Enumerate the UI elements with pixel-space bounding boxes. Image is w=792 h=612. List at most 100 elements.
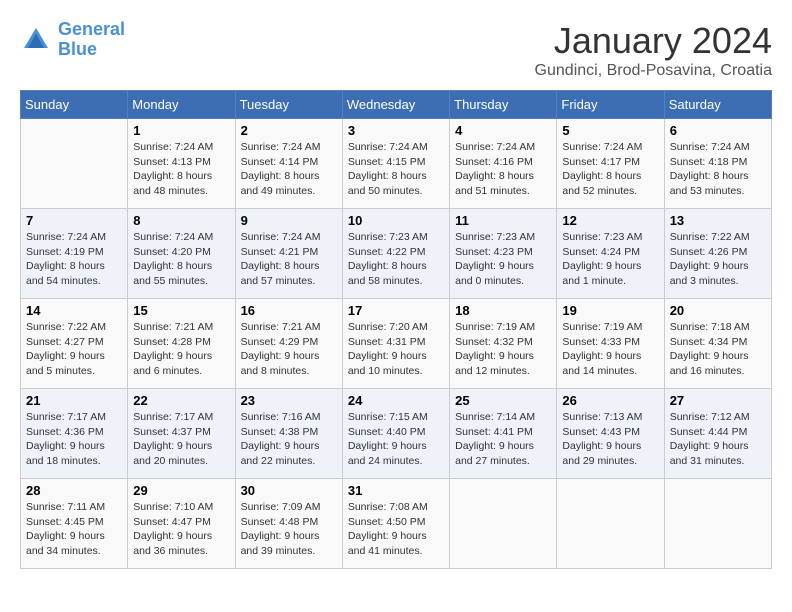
day-info: Sunrise: 7:21 AMSunset: 4:28 PMDaylight:… <box>133 320 229 379</box>
weekday-header: Thursday <box>450 91 557 119</box>
day-number: 8 <box>133 213 229 228</box>
calendar-cell: 1Sunrise: 7:24 AMSunset: 4:13 PMDaylight… <box>128 119 235 209</box>
calendar-cell <box>557 479 664 569</box>
day-number: 18 <box>455 303 551 318</box>
calendar-cell: 16 Sunrise: 7:21 AMSunset: 4:29 PMDayligh… <box>235 299 342 389</box>
day-info: Sunrise: 7:16 AMSunset: 4:38 PMDaylight:… <box>241 410 337 469</box>
day-info: Sunrise: 7:19 AMSunset: 4:32 PMDaylight:… <box>455 320 551 379</box>
day-number: 13 <box>670 213 766 228</box>
day-info: Sunrise: 7:24 AMSunset: 4:13 PMDaylight:… <box>133 140 229 199</box>
title-section: January 2024 Gundinci, Brod-Posavina, Cr… <box>535 20 772 80</box>
calendar-cell: 17 Sunrise: 7:20 AMSunset: 4:31 PMDayligh… <box>342 299 449 389</box>
day-number: 26 <box>562 393 658 408</box>
day-number: 4 <box>455 123 551 138</box>
day-number: 27 <box>670 393 766 408</box>
calendar-cell: 4Sunrise: 7:24 AMSunset: 4:16 PMDaylight… <box>450 119 557 209</box>
day-number: 19 <box>562 303 658 318</box>
day-number: 28 <box>26 483 122 498</box>
logo: General Blue <box>20 20 125 60</box>
day-info: Sunrise: 7:14 AMSunset: 4:41 PMDaylight:… <box>455 410 551 469</box>
day-info: Sunrise: 7:24 AMSunset: 4:14 PMDaylight:… <box>241 140 337 199</box>
calendar-cell: 25 Sunrise: 7:14 AMSunset: 4:41 PMDayligh… <box>450 389 557 479</box>
calendar-cell: 6Sunrise: 7:24 AMSunset: 4:18 PMDaylight… <box>664 119 771 209</box>
day-number: 25 <box>455 393 551 408</box>
day-number: 21 <box>26 393 122 408</box>
calendar-cell: 2 Sunrise: 7:24 AMSunset: 4:14 PMDaylight… <box>235 119 342 209</box>
day-info: Sunrise: 7:22 AMSunset: 4:27 PMDaylight:… <box>26 320 122 379</box>
day-number: 5 <box>562 123 658 138</box>
calendar-cell: 24 Sunrise: 7:15 AMSunset: 4:40 PMDayligh… <box>342 389 449 479</box>
day-info: Sunrise: 7:24 AMSunset: 4:18 PMDaylight:… <box>670 140 766 199</box>
calendar-cell: 12 Sunrise: 7:23 AMSunset: 4:24 PMDayligh… <box>557 209 664 299</box>
day-number: 17 <box>348 303 444 318</box>
day-number: 7 <box>26 213 122 228</box>
calendar-cell: 21 Sunrise: 7:17 AMSunset: 4:36 PMDayligh… <box>21 389 128 479</box>
day-info: Sunrise: 7:17 AMSunset: 4:36 PMDaylight:… <box>26 410 122 469</box>
calendar-cell: 29 Sunrise: 7:10 AMSunset: 4:47 PMDayligh… <box>128 479 235 569</box>
day-number: 20 <box>670 303 766 318</box>
calendar-cell: 20 Sunrise: 7:18 AMSunset: 4:34 PMDayligh… <box>664 299 771 389</box>
calendar-cell: 19 Sunrise: 7:19 AMSunset: 4:33 PMDayligh… <box>557 299 664 389</box>
weekday-header: Sunday <box>21 91 128 119</box>
day-info: Sunrise: 7:09 AMSunset: 4:48 PMDaylight:… <box>241 500 337 559</box>
day-number: 30 <box>241 483 337 498</box>
calendar-cell: 7 Sunrise: 7:24 AMSunset: 4:19 PMDaylight… <box>21 209 128 299</box>
day-info: Sunrise: 7:21 AMSunset: 4:29 PMDaylight:… <box>241 320 337 379</box>
calendar-cell: 8Sunrise: 7:24 AMSunset: 4:20 PMDaylight… <box>128 209 235 299</box>
day-info: Sunrise: 7:23 AMSunset: 4:22 PMDaylight:… <box>348 230 444 289</box>
day-number: 16 <box>241 303 337 318</box>
calendar-cell: 11 Sunrise: 7:23 AMSunset: 4:23 PMDayligh… <box>450 209 557 299</box>
calendar-cell: 30 Sunrise: 7:09 AMSunset: 4:48 PMDayligh… <box>235 479 342 569</box>
day-info: Sunrise: 7:22 AMSunset: 4:26 PMDaylight:… <box>670 230 766 289</box>
day-number: 24 <box>348 393 444 408</box>
calendar-title: January 2024 <box>535 20 772 62</box>
weekday-header: Friday <box>557 91 664 119</box>
day-info: Sunrise: 7:24 AMSunset: 4:21 PMDaylight:… <box>241 230 337 289</box>
day-info: Sunrise: 7:20 AMSunset: 4:31 PMDaylight:… <box>348 320 444 379</box>
day-info: Sunrise: 7:23 AMSunset: 4:23 PMDaylight:… <box>455 230 551 289</box>
day-info: Sunrise: 7:18 AMSunset: 4:34 PMDaylight:… <box>670 320 766 379</box>
day-number: 12 <box>562 213 658 228</box>
day-info: Sunrise: 7:23 AMSunset: 4:24 PMDaylight:… <box>562 230 658 289</box>
logo-line1: General <box>58 19 125 39</box>
calendar-cell: 27Sunrise: 7:12 AMSunset: 4:44 PMDayligh… <box>664 389 771 479</box>
calendar-cell: 23 Sunrise: 7:16 AMSunset: 4:38 PMDayligh… <box>235 389 342 479</box>
day-number: 2 <box>241 123 337 138</box>
day-info: Sunrise: 7:19 AMSunset: 4:33 PMDaylight:… <box>562 320 658 379</box>
weekday-header: Monday <box>128 91 235 119</box>
calendar-cell: 28Sunrise: 7:11 AMSunset: 4:45 PMDayligh… <box>21 479 128 569</box>
weekday-header: Saturday <box>664 91 771 119</box>
calendar-week-row: 14 Sunrise: 7:22 AMSunset: 4:27 PMDayligh… <box>21 299 772 389</box>
calendar-cell: 31Sunrise: 7:08 AMSunset: 4:50 PMDayligh… <box>342 479 449 569</box>
day-number: 14 <box>26 303 122 318</box>
day-info: Sunrise: 7:10 AMSunset: 4:47 PMDaylight:… <box>133 500 229 559</box>
page-header: General Blue January 2024 Gundinci, Brod… <box>20 20 772 80</box>
day-info: Sunrise: 7:17 AMSunset: 4:37 PMDaylight:… <box>133 410 229 469</box>
day-info: Sunrise: 7:24 AMSunset: 4:17 PMDaylight:… <box>562 140 658 199</box>
calendar-week-row: 21 Sunrise: 7:17 AMSunset: 4:36 PMDayligh… <box>21 389 772 479</box>
day-number: 29 <box>133 483 229 498</box>
calendar-cell: 5 Sunrise: 7:24 AMSunset: 4:17 PMDaylight… <box>557 119 664 209</box>
logo-icon <box>20 24 52 56</box>
day-number: 31 <box>348 483 444 498</box>
calendar-week-row: 7 Sunrise: 7:24 AMSunset: 4:19 PMDaylight… <box>21 209 772 299</box>
day-info: Sunrise: 7:13 AMSunset: 4:43 PMDaylight:… <box>562 410 658 469</box>
day-number: 23 <box>241 393 337 408</box>
weekday-header-row: SundayMondayTuesdayWednesdayThursdayFrid… <box>21 91 772 119</box>
calendar-cell: 26 Sunrise: 7:13 AMSunset: 4:43 PMDayligh… <box>557 389 664 479</box>
calendar-cell: 3Sunrise: 7:24 AMSunset: 4:15 PMDaylight… <box>342 119 449 209</box>
weekday-header: Wednesday <box>342 91 449 119</box>
calendar-cell: 10Sunrise: 7:23 AMSunset: 4:22 PMDayligh… <box>342 209 449 299</box>
calendar-subtitle: Gundinci, Brod-Posavina, Croatia <box>535 62 772 80</box>
day-number: 3 <box>348 123 444 138</box>
day-number: 11 <box>455 213 551 228</box>
day-info: Sunrise: 7:24 AMSunset: 4:19 PMDaylight:… <box>26 230 122 289</box>
logo-text: General Blue <box>58 20 125 60</box>
weekday-header: Tuesday <box>235 91 342 119</box>
calendar-cell: 13 Sunrise: 7:22 AMSunset: 4:26 PMDayligh… <box>664 209 771 299</box>
calendar-cell: 15Sunrise: 7:21 AMSunset: 4:28 PMDayligh… <box>128 299 235 389</box>
calendar-cell <box>21 119 128 209</box>
calendar-week-row: 28Sunrise: 7:11 AMSunset: 4:45 PMDayligh… <box>21 479 772 569</box>
day-info: Sunrise: 7:15 AMSunset: 4:40 PMDaylight:… <box>348 410 444 469</box>
calendar-week-row: 1Sunrise: 7:24 AMSunset: 4:13 PMDaylight… <box>21 119 772 209</box>
